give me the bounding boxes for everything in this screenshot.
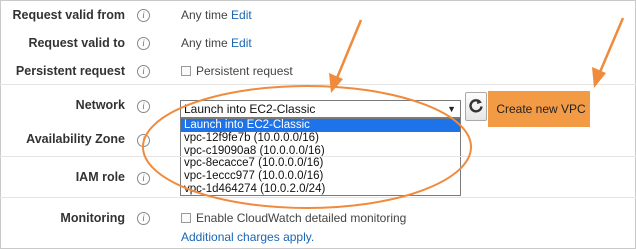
- persistent-request-option: Persistent request: [181, 64, 293, 78]
- dropdown-arrow-icon: ▼: [447, 104, 456, 114]
- network-option[interactable]: vpc-1eccc977 (10.0.0.0/16): [181, 170, 460, 183]
- request-valid-from-value: Any time Edit: [181, 8, 252, 22]
- persistent-request-label: Persistent request: [15, 64, 125, 78]
- request-valid-from-text: Any time: [181, 8, 228, 22]
- section-divider: [0, 156, 636, 157]
- network-option[interactable]: vpc-1d464274 (10.0.2.0/24): [181, 183, 460, 196]
- network-label: Network: [75, 98, 125, 112]
- info-icon[interactable]: i: [137, 37, 150, 50]
- info-icon[interactable]: i: [137, 9, 150, 22]
- network-option[interactable]: vpc-8ecacce7 (10.0.0.0/16): [181, 157, 460, 170]
- monitoring-label: Monitoring: [60, 211, 125, 225]
- info-icon[interactable]: i: [137, 65, 150, 78]
- persistent-request-checkbox[interactable]: [181, 66, 191, 76]
- persistent-request-checkbox-label: Persistent request: [196, 64, 293, 78]
- section-divider: [0, 84, 636, 85]
- request-valid-to-label: Request valid to: [28, 36, 125, 50]
- network-option[interactable]: Launch into EC2-Classic: [181, 119, 460, 132]
- network-options-list: Launch into EC2-Classic vpc-12f9fe7b (10…: [180, 118, 461, 196]
- info-icon[interactable]: i: [137, 172, 150, 185]
- availability-zone-label: Availability Zone: [26, 132, 125, 146]
- monitoring-checkbox[interactable]: [181, 213, 191, 223]
- monitoring-option: Enable CloudWatch detailed monitoring: [181, 211, 406, 225]
- network-select[interactable]: Launch into EC2-Classic ▼: [180, 100, 461, 118]
- request-valid-to-value: Any time Edit: [181, 36, 252, 50]
- network-selected-value: Launch into EC2-Classic: [184, 102, 316, 116]
- info-icon[interactable]: i: [137, 134, 150, 147]
- refresh-button[interactable]: [465, 92, 487, 121]
- request-valid-to-text: Any time: [181, 36, 228, 50]
- info-icon[interactable]: i: [137, 212, 150, 225]
- iam-role-label: IAM role: [75, 170, 125, 184]
- request-valid-from-edit-link[interactable]: Edit: [231, 8, 252, 22]
- additional-charges-link[interactable]: Additional charges apply.: [181, 230, 314, 244]
- section-divider: [0, 197, 636, 198]
- request-valid-to-edit-link[interactable]: Edit: [231, 36, 252, 50]
- info-icon[interactable]: i: [137, 100, 150, 113]
- network-option[interactable]: vpc-12f9fe7b (10.0.0.0/16): [181, 132, 460, 145]
- create-new-vpc-button[interactable]: Create new VPC: [488, 91, 590, 127]
- request-valid-from-label: Request valid from: [12, 8, 125, 22]
- monitoring-checkbox-label: Enable CloudWatch detailed monitoring: [196, 211, 407, 225]
- refresh-icon: [469, 99, 483, 113]
